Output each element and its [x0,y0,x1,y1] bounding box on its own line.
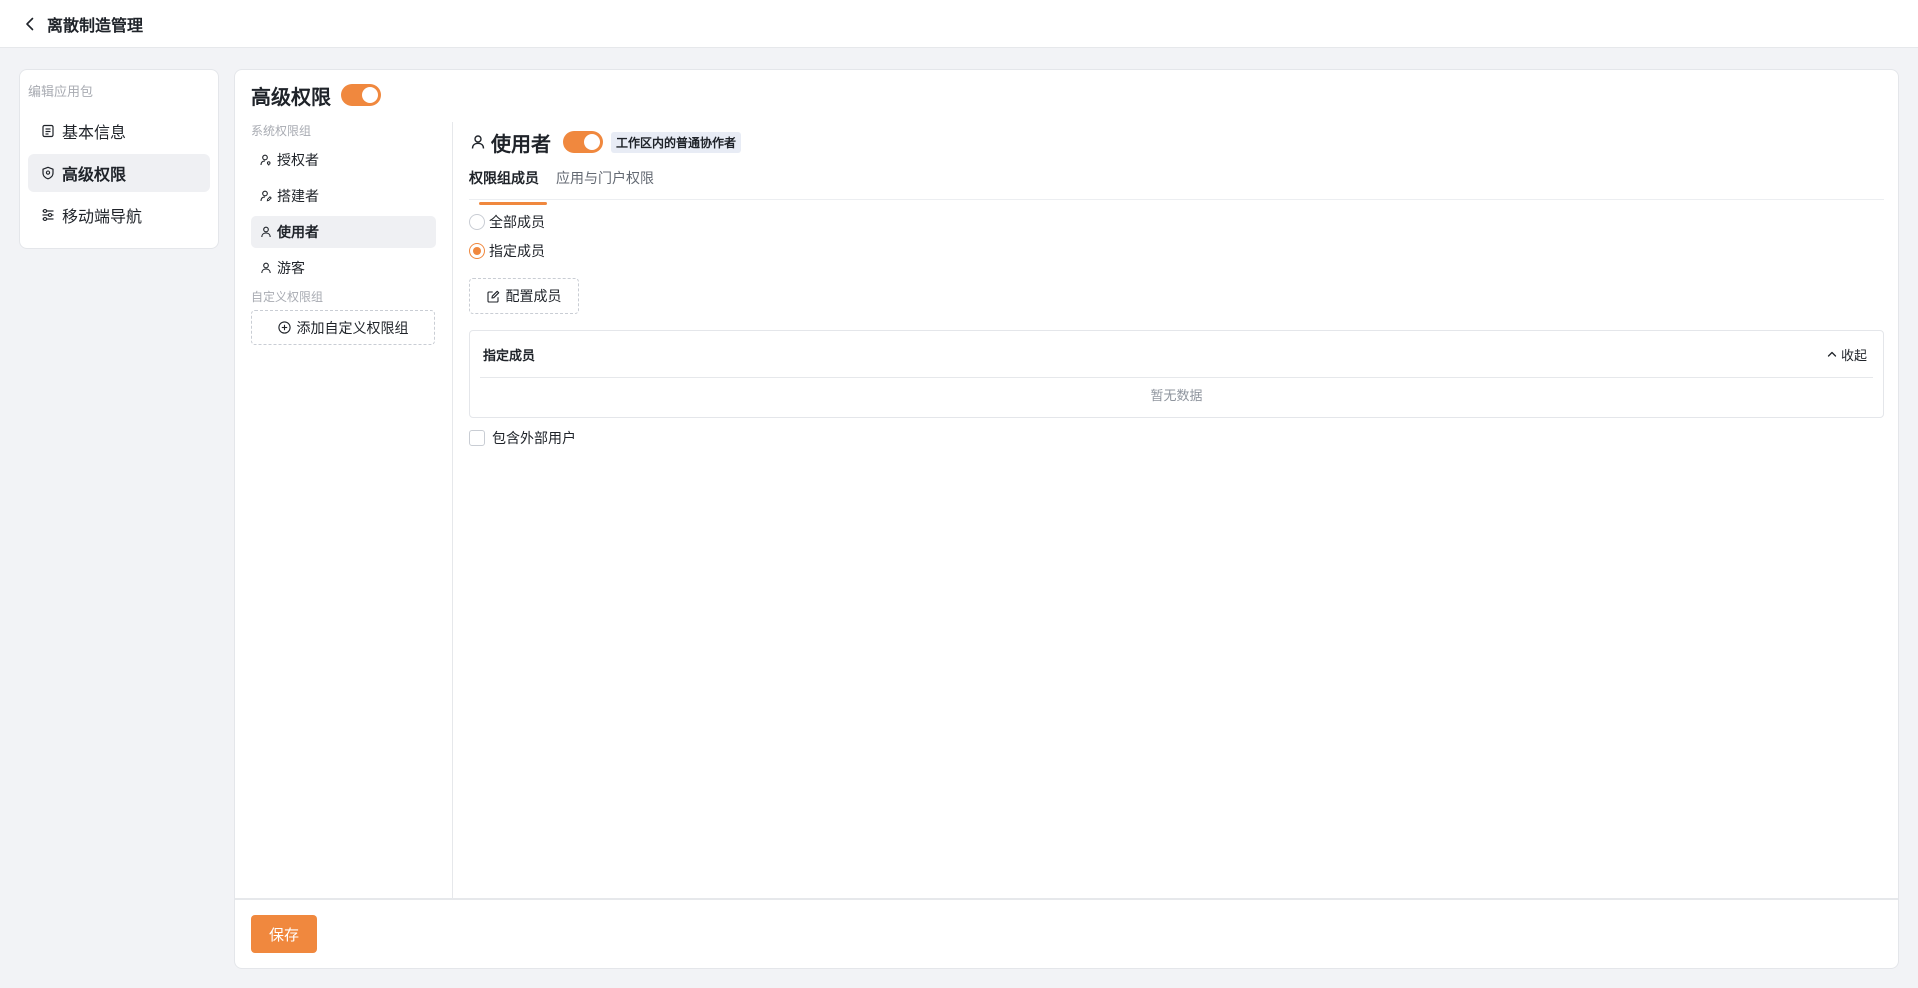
include-external-users[interactable]: 包含外部用户 [469,428,1884,448]
user-icon [259,261,273,275]
group-item-label: 授权者 [277,153,319,169]
system-groups-heading: 系统权限组 [251,124,312,138]
group-item-builder[interactable]: 搭建者 [251,180,436,212]
option-label: 全部成员 [489,215,545,231]
footer-bar: 保存 [235,898,1898,968]
save-button[interactable]: 保存 [251,915,317,953]
permission-groups-list: 系统权限组 授权者 搭建者 使用者 游客 自定义权限组 添加自定义权限组 [251,122,436,896]
page-title: 高级权限 [251,84,331,109]
document-icon [40,123,56,139]
radio-all-members[interactable] [469,214,485,230]
chevron-left-icon[interactable] [20,14,40,34]
column-divider [452,122,453,898]
sidebar-item-label: 基本信息 [62,123,127,142]
role-header: 使用者 工作区内的普通协作者 [469,126,1884,158]
include-external-label: 包含外部用户 [492,431,576,447]
custom-groups-heading: 自定义权限组 [251,290,324,304]
configure-members-button[interactable]: 配置成员 [469,278,579,314]
sidebar-item-basic-info[interactable]: 基本信息 [28,112,210,150]
members-panel-title: 指定成员 [483,348,536,364]
main-panel: 高级权限 系统权限组 授权者 搭建者 使用者 游客 自定义权限组 添加自定义权限… [234,69,1899,969]
user-icon [259,225,273,239]
sidebar-item-mobile-navigation[interactable]: 移动端导航 [28,196,210,234]
shield-icon [40,165,56,181]
include-external-checkbox[interactable] [469,430,485,446]
specified-members-panel: 指定成员 收起 暂无数据 [469,330,1884,418]
sidebar-heading: 编辑应用包 [28,85,94,100]
role-description-badge: 工作区内的普通协作者 [611,131,742,153]
group-item-authorizer[interactable]: 授权者 [251,144,436,176]
group-item-label: 使用者 [277,225,319,241]
group-item-label: 游客 [277,261,305,277]
add-custom-group-label: 添加自定义权限组 [296,320,409,337]
sidebar-item-advanced-permissions[interactable]: 高级权限 [28,154,210,192]
advanced-permissions-toggle[interactable] [341,84,381,106]
group-item-label: 搭建者 [277,189,319,205]
option-specified-members[interactable]: 指定成员 [469,241,1884,261]
add-custom-group-button[interactable]: 添加自定义权限组 [251,310,435,345]
plus-circle-icon [278,321,292,335]
sidebar: 编辑应用包 基本信息 高级权限 移动端导航 [19,69,219,249]
sidebar-item-label: 高级权限 [62,165,127,184]
role-enable-toggle[interactable] [563,131,603,153]
chevron-up-icon [1825,347,1839,361]
user-edit-icon [259,189,273,203]
collapse-button[interactable]: 收起 [1825,345,1873,364]
configure-members-label: 配置成员 [505,289,562,305]
option-label: 指定成员 [489,244,545,260]
radio-specified-members[interactable] [469,243,485,259]
empty-state-text: 暂无数据 [1150,389,1203,404]
group-item-guest[interactable]: 游客 [251,252,436,284]
main-header: 高级权限 [251,78,381,112]
sliders-icon [40,207,56,223]
members-panel-header: 指定成员 收起 [480,331,1873,378]
top-bar: 离散制造管理 [0,0,1918,48]
group-item-user[interactable]: 使用者 [251,216,436,248]
tab-group-members[interactable]: 权限组成员 [469,164,547,205]
collapse-label: 收起 [1840,348,1867,364]
edit-icon [487,289,501,303]
tab-app-portal-permissions[interactable]: 应用与门户权限 [556,164,654,199]
role-tabs: 权限组成员 应用与门户权限 [469,164,1884,205]
role-title: 使用者 [491,131,551,156]
option-all-members[interactable]: 全部成员 [469,212,1884,232]
sidebar-item-label: 移动端导航 [62,207,143,226]
role-detail: 使用者 工作区内的普通协作者 权限组成员 应用与门户权限 全部成员 指定成员 配… [469,122,1884,448]
user-key-icon [259,153,273,167]
app-title: 离散制造管理 [47,15,144,35]
user-icon [469,133,487,151]
